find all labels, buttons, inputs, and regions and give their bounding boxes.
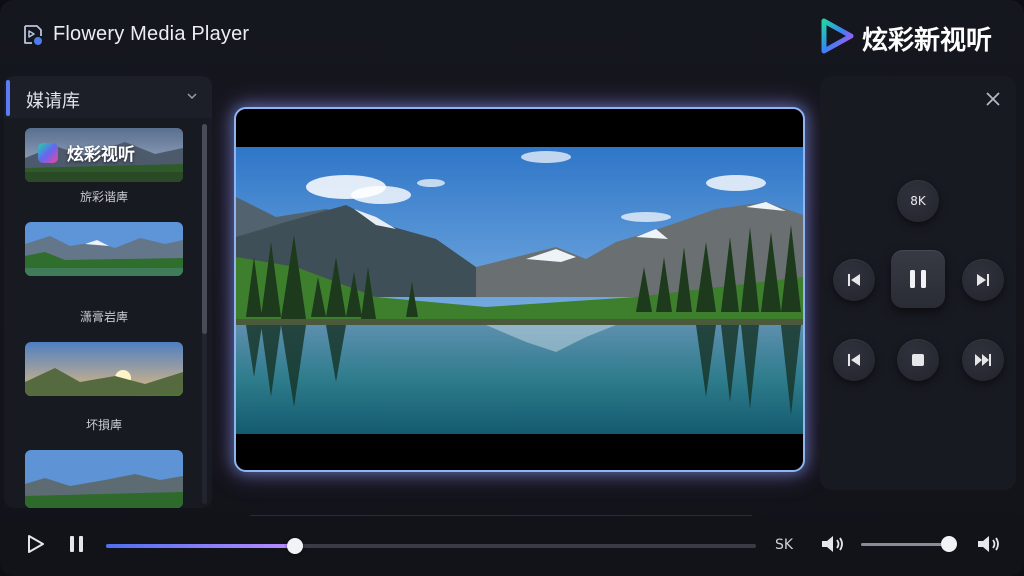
library-dropdown[interactable]: 媒请库 (4, 76, 212, 118)
scrollbar-thumb[interactable] (202, 124, 207, 334)
library-item-thumbnail[interactable] (25, 450, 183, 508)
stop-icon (912, 354, 924, 366)
skip-previous-icon (848, 354, 860, 366)
volume-max-icon[interactable] (977, 535, 1001, 553)
stop-button[interactable] (897, 339, 939, 381)
resolution-button[interactable]: 8K (897, 180, 939, 222)
library-scrollbar[interactable] (202, 124, 207, 504)
rewind-button[interactable] (833, 339, 875, 381)
pause-button[interactable] (891, 250, 945, 308)
close-icon[interactable] (984, 90, 1002, 108)
resolution-indicator[interactable]: SK (775, 537, 793, 553)
library-item-label: 旂彩谐庳 (79, 190, 128, 204)
volume-slider[interactable] (861, 536, 958, 552)
media-library-sidebar: 媒请库 炫彩视听 旂彩谐庳 潇膏岩庳 坏損庳 (4, 76, 212, 508)
volume-level (861, 543, 950, 546)
previous-button[interactable] (833, 259, 875, 301)
library-item-label: 坏損庳 (85, 418, 122, 432)
volume-icon[interactable] (821, 535, 845, 553)
fast-forward-button[interactable] (962, 339, 1004, 381)
skip-next-icon (977, 274, 989, 286)
divider (250, 515, 752, 516)
seek-bar[interactable] (106, 538, 756, 554)
app-title: Flowery Media Player (53, 23, 250, 45)
app-logo-icon (24, 25, 42, 45)
library-item-thumbnail[interactable] (25, 342, 183, 396)
play-icon[interactable] (27, 535, 45, 553)
seek-progress (106, 544, 295, 548)
library-item-label: 潇膏岩庳 (79, 310, 128, 324)
pause-icon (910, 270, 926, 288)
library-title: 媒请库 (26, 91, 80, 112)
active-indicator (6, 80, 10, 116)
library-item-thumbnail[interactable] (25, 222, 183, 276)
brand-play-logo-icon (821, 18, 854, 54)
brand-name: 炫彩新视听 (862, 26, 993, 56)
pause-icon[interactable] (69, 535, 85, 553)
seek-handle[interactable] (286, 538, 303, 554)
brand-mini-logo-icon (38, 142, 58, 163)
video-viewport[interactable] (234, 107, 805, 472)
next-button[interactable] (962, 259, 1004, 301)
chevron-down-icon[interactable] (186, 90, 198, 102)
control-panel: 8K (820, 76, 1016, 490)
skip-previous-icon (848, 274, 860, 286)
library-item-thumbnail[interactable]: 炫彩视听 (25, 128, 183, 182)
fast-forward-icon (975, 354, 991, 366)
title-bar: Flowery Media Player 炫彩新视听 (0, 0, 1024, 70)
player-window: Flowery Media Player 炫彩新视听 媒请库 炫彩视听 旂彩谐庳… (0, 0, 1024, 576)
video-landscape (236, 147, 803, 434)
thumbnail-overlay-text: 炫彩视听 (67, 145, 135, 165)
